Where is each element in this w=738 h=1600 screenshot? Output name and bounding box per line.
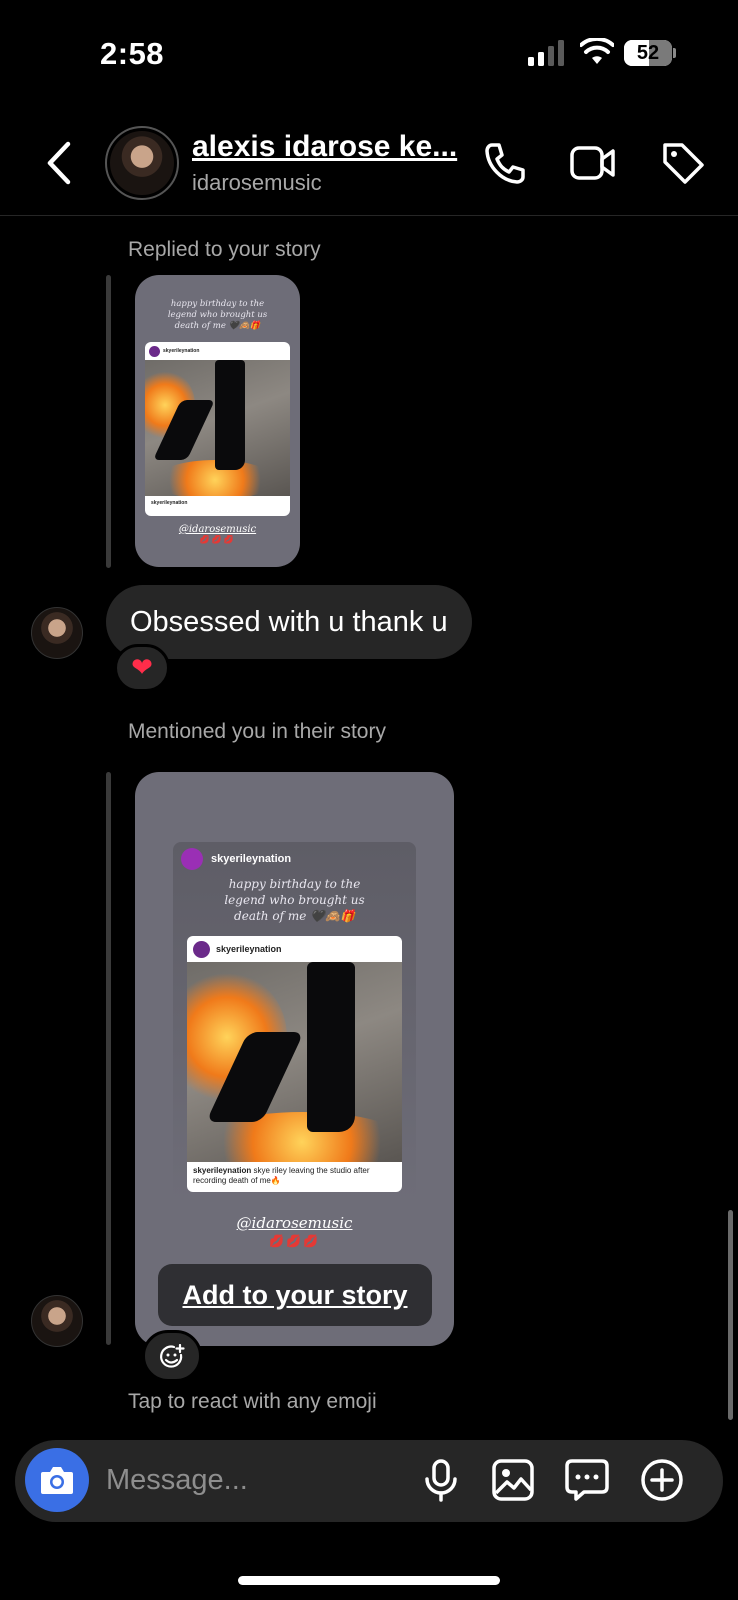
story-post-small: skyerileynation skyerileynation: [145, 342, 290, 516]
contact-display-name[interactable]: alexis idarose ke...: [192, 130, 457, 164]
message-input[interactable]: [106, 1460, 396, 1500]
story-lips: 💋💋💋: [269, 1234, 320, 1248]
reply-thread-line: [106, 275, 111, 568]
story-embedded-post: skyerileynation skyerileynation skye ril…: [187, 936, 402, 1192]
video-camera-icon[interactable]: [570, 140, 616, 186]
battery-indicator: 52: [624, 40, 676, 66]
back-arrow-icon[interactable]: [42, 138, 78, 188]
story-preview: skyerileynation happy birthday to the le…: [173, 842, 416, 1202]
phone-icon[interactable]: [482, 140, 528, 186]
profile-avatar[interactable]: [105, 126, 179, 200]
microphone-icon[interactable]: [418, 1457, 464, 1503]
story-caption-small: happy birthday to the legend who brought…: [167, 299, 268, 331]
sender-avatar-2[interactable]: [31, 1295, 83, 1347]
add-to-story-button[interactable]: Add to your story: [158, 1264, 432, 1326]
story-caption: happy birthday to the legend who brought…: [224, 877, 365, 923]
heart-reaction[interactable]: ❤: [114, 644, 170, 692]
header-divider: [0, 215, 738, 216]
story-mention-tag: @idarosemusic: [236, 1214, 353, 1232]
post-caption: skyerileynation skye riley leaving the s…: [193, 1166, 370, 1186]
home-indicator: [238, 1576, 500, 1585]
sender-avatar[interactable]: [31, 607, 83, 659]
wifi-icon: [580, 38, 614, 64]
gallery-icon[interactable]: [490, 1457, 536, 1503]
add-reaction-button[interactable]: [142, 1330, 202, 1382]
message-bubble[interactable]: Obsessed with u thank u: [106, 585, 472, 659]
post-username: skyerileynation: [216, 944, 282, 954]
post-photo: [187, 962, 402, 1162]
replied-to-story-label: Replied to your story: [128, 238, 321, 261]
mentioned-in-story-label: Mentioned you in their story: [128, 720, 386, 743]
react-hint-text: Tap to react with any emoji: [128, 1390, 377, 1413]
story-username: skyerileynation: [211, 853, 292, 865]
tag-icon[interactable]: [660, 140, 706, 186]
status-time: 2:58: [100, 36, 165, 71]
replied-story-thumbnail[interactable]: happy birthday to the legend who brought…: [135, 275, 300, 567]
camera-button[interactable]: [25, 1448, 89, 1512]
smiley-plus-icon: [160, 1344, 185, 1368]
add-icon[interactable]: [639, 1457, 685, 1503]
mentioned-story-card[interactable]: skyerileynation happy birthday to the le…: [135, 772, 454, 1346]
camera-icon: [41, 1467, 73, 1494]
battery-percent: 52: [636, 42, 660, 64]
scrollbar[interactable]: [728, 1210, 733, 1420]
cellular-signal-icon: [528, 40, 564, 66]
mention-thread-line: [106, 772, 111, 1345]
contact-username[interactable]: idarosemusic: [192, 170, 322, 196]
sticker-chat-icon[interactable]: [564, 1457, 610, 1503]
